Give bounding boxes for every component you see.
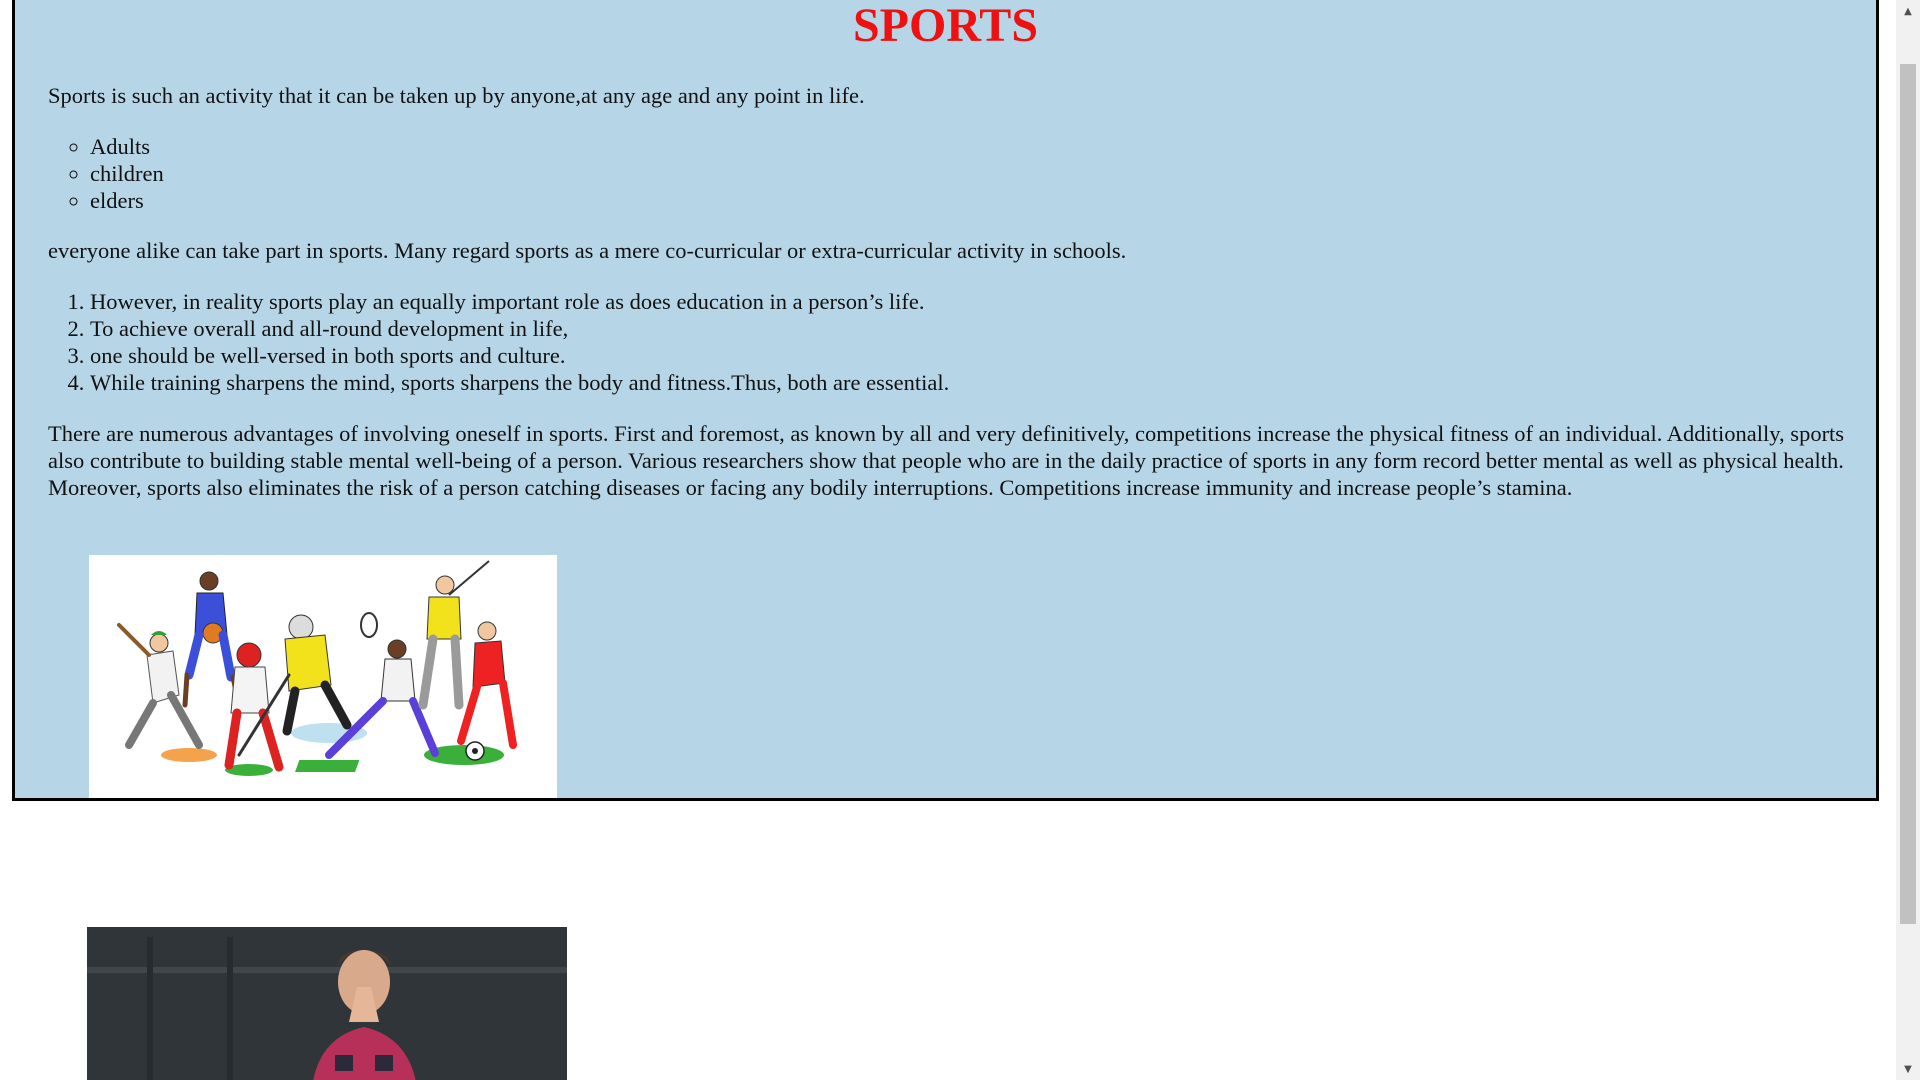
numbered-list: However, in reality sports play an equal… — [48, 288, 949, 396]
list-item: one should be well-versed in both sports… — [90, 342, 949, 369]
second-paragraph: everyone alike can take part in sports. … — [48, 238, 1127, 263]
scrollbar-thumb[interactable] — [1900, 64, 1916, 924]
sports-content-box: SPORTS Sports is such an activity that i… — [12, 0, 1879, 801]
page-title: SPORTS — [852, 0, 1039, 52]
list-item: Adults — [90, 133, 164, 160]
list-item: However, in reality sports play an equal… — [90, 288, 949, 315]
sports-illustration-image — [89, 555, 557, 798]
list-item: children — [90, 160, 164, 187]
audience-list: Adults children elders — [48, 133, 164, 214]
athletes-drawing — [117, 560, 517, 776]
browser-viewport: SPORTS Sports is such an activity that i… — [0, 0, 1920, 1080]
list-item: To achieve overall and all-round develop… — [90, 315, 949, 342]
triangle-up-icon[interactable]: ▲ — [1896, 0, 1920, 22]
intro-paragraph: Sports is such an activity that it can b… — [48, 83, 865, 108]
vertical-scrollbar[interactable]: ▲ ▼ — [1896, 0, 1920, 1080]
triangle-down-icon[interactable]: ▼ — [1896, 1058, 1920, 1080]
advantages-paragraph: There are numerous advantages of involvi… — [48, 421, 1845, 500]
athlete-photo — [87, 927, 567, 1080]
list-item: While training sharpens the mind, sports… — [90, 369, 949, 396]
list-item: elders — [90, 187, 164, 214]
athlete-photo-drawing — [87, 927, 567, 1080]
